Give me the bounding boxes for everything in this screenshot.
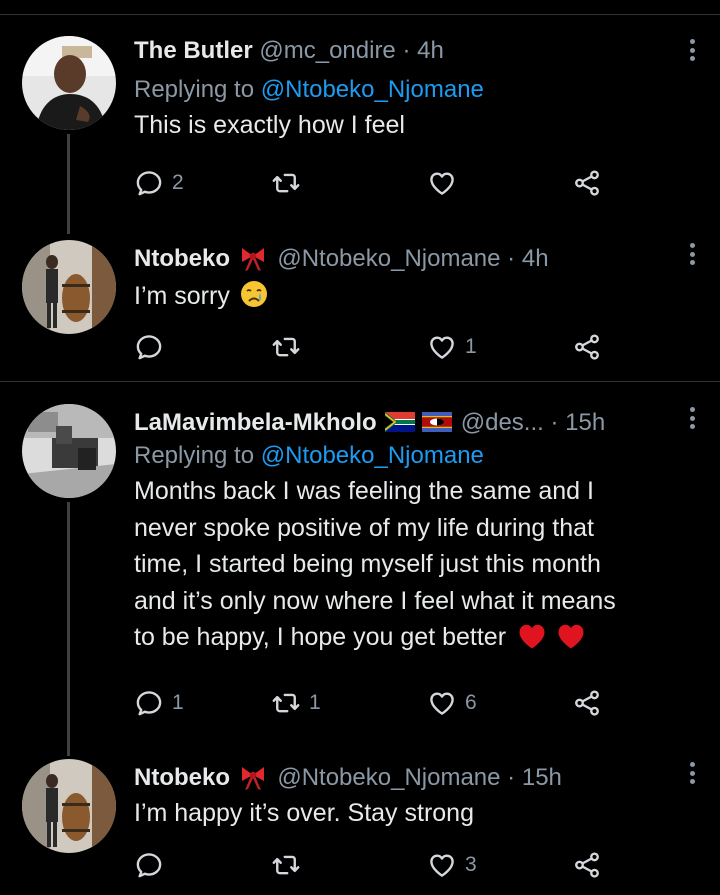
reply-button[interactable]: 2 — [134, 166, 184, 200]
share-icon — [575, 852, 599, 878]
dot-separator: · — [507, 764, 516, 791]
retweet-icon — [272, 855, 300, 875]
avatar[interactable] — [22, 240, 116, 334]
tweet-ntobeko-1[interactable]: Ntobeko @Ntobeko_Njomane · 4h I’m sorry — [0, 240, 720, 380]
reply-icon — [136, 335, 162, 360]
tweet-text-line: never spoke positive of my life during t… — [134, 513, 594, 542]
tweet-actions: 1 1 6 — [134, 686, 614, 720]
share-icon — [575, 170, 599, 196]
retweet-button[interactable]: 1 — [271, 686, 321, 720]
tweet-text-line: time, I started being myself just this m… — [134, 550, 601, 578]
avatar[interactable] — [22, 404, 116, 498]
reply-count: 1 — [172, 691, 184, 714]
more-icon[interactable] — [688, 762, 696, 788]
heart-icon — [430, 854, 454, 877]
like-button[interactable]: 6 — [427, 686, 477, 720]
ribbon-emoji — [241, 766, 264, 790]
replying-to-link[interactable]: @Ntobeko_Njomane — [261, 76, 484, 103]
tweet-header: LaMavimbela-Mkholo @des... · 15h — [134, 408, 664, 438]
dot-separator: · — [507, 245, 516, 272]
share-button[interactable] — [572, 330, 602, 364]
conversation-divider — [0, 381, 720, 382]
share-button[interactable] — [572, 686, 602, 720]
avatar[interactable] — [22, 759, 116, 853]
user-handle[interactable]: @des... — [461, 409, 544, 436]
dot-separator: · — [402, 37, 411, 64]
crying-face-emoji — [240, 281, 267, 308]
eswatini-flag-emoji — [422, 411, 453, 432]
user-handle[interactable]: @Ntobeko_Njomane — [277, 245, 500, 272]
reply-count: 2 — [172, 171, 184, 194]
like-count: 3 — [465, 853, 477, 876]
user-handle[interactable]: @Ntobeko_Njomane — [277, 764, 500, 791]
replying-to-label: Replying to — [134, 76, 255, 103]
reply-icon — [136, 691, 162, 716]
timestamp[interactable]: 4h — [522, 245, 549, 272]
tweet-actions: 3 — [134, 848, 614, 882]
tweet-text-line: and it’s only now where I feel what it m… — [134, 586, 616, 615]
like-button[interactable]: 3 — [427, 848, 477, 882]
timestamp[interactable]: 15h — [565, 409, 605, 436]
tweet-ntobeko-2[interactable]: Ntobeko @Ntobeko_Njomane · 15h I’m happy… — [0, 759, 720, 895]
red-heart-emoji — [558, 624, 584, 649]
retweet-button[interactable] — [271, 330, 301, 364]
reply-button[interactable]: 1 — [134, 686, 184, 720]
replying-to-label: Replying to — [134, 442, 255, 469]
replying-to: Replying to @Ntobeko_Njomane — [134, 73, 664, 107]
heart-icon — [430, 692, 454, 715]
avatar[interactable] — [22, 36, 116, 130]
reply-button[interactable] — [134, 330, 164, 364]
heart-icon — [430, 172, 454, 195]
tweet-text: I’m happy it’s over. Stay strong — [134, 799, 474, 827]
display-name[interactable]: Ntobeko — [134, 764, 230, 791]
retweet-icon — [272, 173, 300, 193]
display-name[interactable]: Ntobeko — [134, 245, 230, 272]
share-button[interactable] — [572, 848, 602, 882]
tweet-header: The Butler @mc_ondire · 4h — [134, 36, 664, 66]
display-name[interactable]: The Butler — [134, 37, 253, 64]
tweet-text-line: to be happy, I hope you get better — [134, 623, 507, 651]
share-button[interactable] — [572, 166, 602, 200]
like-count: 6 — [465, 691, 477, 714]
tweet-the-butler[interactable]: The Butler @mc_ondire · 4h Replying to @… — [0, 36, 720, 216]
tweet-text-line: Months back I was feeling the same and I — [134, 477, 594, 505]
south-africa-flag-emoji — [385, 411, 416, 432]
share-icon — [575, 334, 599, 360]
reply-icon — [136, 853, 162, 878]
more-icon[interactable] — [688, 407, 696, 433]
user-handle[interactable]: @mc_ondire — [259, 37, 395, 64]
ribbon-emoji — [241, 247, 264, 271]
more-icon[interactable] — [688, 243, 696, 269]
timestamp[interactable]: 15h — [522, 764, 562, 791]
retweet-count: 1 — [309, 691, 321, 714]
tweet-actions: 2 — [134, 166, 614, 200]
heart-icon — [430, 336, 454, 359]
tweet-text-content: I’m sorry — [134, 282, 230, 310]
replying-to-link[interactable]: @Ntobeko_Njomane — [261, 442, 484, 469]
tweet-header: Ntobeko @Ntobeko_Njomane · 15h — [134, 763, 664, 793]
retweet-button[interactable] — [271, 166, 301, 200]
share-icon — [575, 690, 599, 716]
reply-icon — [136, 171, 162, 196]
retweet-icon — [272, 337, 300, 357]
like-button[interactable]: 1 — [427, 330, 477, 364]
tweet-lamavimbela-mkholo[interactable]: LaMavimbela-Mkholo @des... · 15h Replyin… — [0, 404, 720, 724]
like-count: 1 — [465, 335, 477, 358]
replying-to: Replying to @Ntobeko_Njomane — [134, 439, 664, 473]
reply-button[interactable] — [134, 848, 164, 882]
retweet-icon — [272, 693, 300, 713]
red-heart-emoji — [519, 624, 545, 649]
dot-separator: · — [550, 409, 559, 436]
timestamp[interactable]: 4h — [417, 37, 444, 64]
more-icon[interactable] — [688, 39, 696, 65]
retweet-button[interactable] — [271, 848, 301, 882]
tweet-text: This is exactly how I feel — [134, 111, 405, 139]
tweet-text: I’m sorry — [134, 278, 664, 315]
tweet-header: Ntobeko @Ntobeko_Njomane · 4h — [134, 244, 664, 274]
tweet-text: Months back I was feeling the same and I… — [134, 473, 664, 656]
tweet-actions: 1 — [134, 330, 614, 364]
like-button[interactable] — [427, 166, 457, 200]
display-name[interactable]: LaMavimbela-Mkholo — [134, 409, 377, 436]
top-divider — [0, 14, 720, 15]
